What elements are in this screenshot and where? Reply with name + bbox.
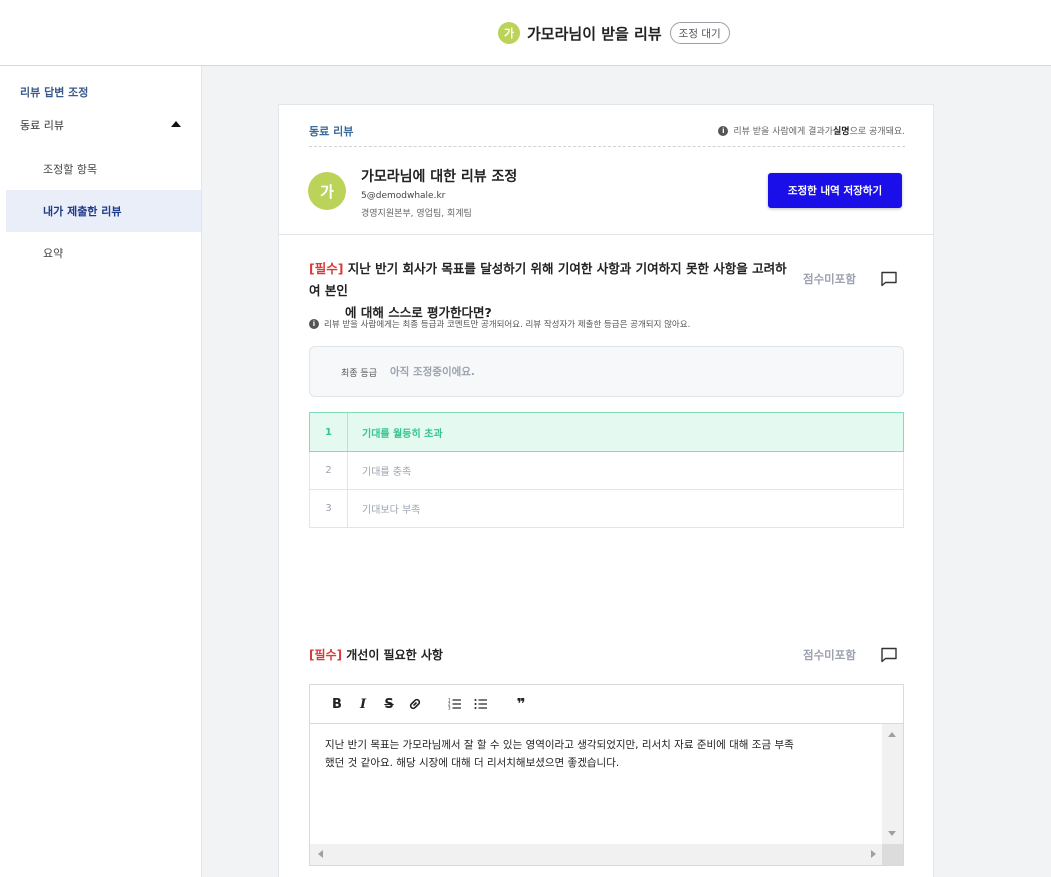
comment-icon[interactable] (880, 646, 898, 664)
link-button[interactable] (402, 691, 428, 717)
reviewee-email: 5@demodwhale.kr (361, 191, 446, 201)
grade-options: 1 기대를 월등히 초과 2 기대를 충족 3 기대보다 부족 (309, 412, 904, 528)
ordered-list-button[interactable]: 1 2 3 (442, 691, 468, 717)
required-tag: [필수] (309, 261, 344, 276)
save-adjustments-button[interactable]: 조정한 내역 저장하기 (768, 173, 902, 208)
grade-label: 기대를 월등히 초과 (362, 428, 443, 440)
question-2-text: 개선이 필요한 사항 (342, 648, 443, 662)
question-1-title: [필수] 지난 반기 회사가 목표를 달성하기 위해 기여한 사항과 기여하지 … (309, 258, 789, 324)
reviewee-department: 경영지원본부, 영업팀, 회계팀 (361, 209, 472, 219)
sidebar-heading[interactable]: 리뷰 답변 조정 (20, 84, 88, 100)
sidebar-item-adjust[interactable]: 조정할 항목 (6, 148, 201, 190)
scroll-right-icon[interactable] (871, 850, 876, 858)
final-grade-label: 최종 등급 (341, 369, 377, 379)
grade-label: 기대보다 부족 (362, 505, 421, 516)
status-badge: 조정 대기 (669, 22, 730, 44)
final-grade-box: 최종 등급 아직 조정중이에요. (309, 346, 904, 397)
grade-option-1[interactable]: 1 기대를 월등히 초과 (309, 412, 904, 452)
bullet-list-button[interactable] (468, 691, 494, 717)
comment-icon[interactable] (880, 270, 898, 288)
notice-prefix: 리뷰 받을 사람에게 결과가 (733, 127, 834, 137)
bold-button[interactable]: B (324, 691, 350, 717)
collapse-caret-icon[interactable] (171, 121, 181, 127)
sidebar: 리뷰 답변 조정 동료 리뷰 조정할 항목 내가 제출한 리뷰 요약 (0, 66, 202, 877)
scrollbar-corner (882, 844, 903, 865)
grade-note-text: 리뷰 받을 사람에게는 최종 등급과 코멘트만 공개되어요. 리뷰 작성자가 제… (324, 320, 691, 330)
grade-visibility-note: i 리뷰 받을 사람에게는 최종 등급과 코멘트만 공개되어요. 리뷰 작성자가… (309, 318, 690, 330)
dashed-divider (309, 146, 905, 147)
rich-text-editor: B I S 1 2 3 ❞ 지난 반기 목표는 가모라님께서 잘 할 수 있는 … (309, 684, 904, 866)
page-title: 가모라님이 받을 리뷰 (527, 24, 662, 43)
reviewee-avatar: 가 (308, 172, 346, 210)
strikethrough-button[interactable]: S (376, 691, 402, 717)
question-2-title: [필수] 개선이 필요한 사항 (309, 646, 443, 663)
avatar: 가 (498, 22, 520, 44)
grade-number: 2 (310, 452, 348, 489)
score-excluded-label: 점수미포함 (803, 272, 856, 286)
sidebar-group-peer-review[interactable]: 동료 리뷰 (20, 117, 64, 133)
main-content: 동료 리뷰 i 리뷰 받을 사람에게 결과가 실명 으로 공개돼요. 가 가모라님… (202, 66, 1051, 877)
header-divider (279, 234, 933, 235)
score-excluded-label: 점수미포함 (803, 648, 856, 662)
ordered-list-icon: 1 2 3 (448, 698, 461, 711)
link-icon (409, 698, 421, 710)
scroll-up-icon[interactable] (888, 732, 896, 737)
grade-number: 1 (310, 413, 348, 451)
quote-button[interactable]: ❞ (508, 691, 534, 717)
header-title-group: 가 가모라님이 받을 리뷰 조정 대기 (498, 20, 730, 46)
scroll-down-icon[interactable] (888, 831, 896, 836)
sidebar-item-summary[interactable]: 요약 (6, 232, 201, 274)
info-icon: i (309, 319, 319, 329)
section-label: 동료 리뷰 (309, 125, 354, 138)
notice-bold: 실명 (833, 127, 850, 137)
grade-label: 기대를 충족 (362, 467, 412, 478)
editor-body[interactable]: 지난 반기 목표는 가모라님께서 잘 할 수 있는 영역이라고 생각되었지만, … (310, 724, 903, 865)
visibility-notice: i 리뷰 받을 사람에게 결과가 실명 으로 공개돼요. (718, 124, 905, 137)
grade-option-2[interactable]: 2 기대를 충족 (310, 451, 903, 489)
grade-number: 3 (310, 490, 348, 527)
editor-toolbar: B I S 1 2 3 ❞ (310, 685, 903, 724)
italic-button[interactable]: I (350, 691, 376, 717)
grade-option-3[interactable]: 3 기대보다 부족 (310, 489, 903, 527)
review-card: 동료 리뷰 i 리뷰 받을 사람에게 결과가 실명 으로 공개돼요. 가 가모라님… (278, 104, 934, 877)
svg-text:3: 3 (448, 706, 451, 711)
horizontal-scrollbar[interactable] (310, 844, 884, 865)
scroll-left-icon[interactable] (318, 850, 323, 858)
answer-line-1: 지난 반기 목표는 가모라님께서 잘 할 수 있는 영역이라고 생각되었지만, … (325, 739, 794, 751)
vertical-scrollbar[interactable] (882, 724, 903, 844)
reviewee-title: 가모라님에 대한 리뷰 조정 (361, 169, 518, 185)
answer-line-2: 했던 것 같아요. 해당 시장에 대해 더 리서치해보셨으면 좋겠습니다. (325, 757, 620, 769)
notice-suffix: 으로 공개돼요. (849, 127, 905, 137)
top-header: 가 가모라님이 받을 리뷰 조정 대기 (0, 0, 1051, 66)
bullet-list-icon (474, 699, 487, 709)
question-1-line1: 지난 반기 회사가 목표를 달성하기 위해 기여한 사항과 기여하지 못한 사항… (309, 261, 787, 298)
answer-textarea[interactable]: 지난 반기 목표는 가모라님께서 잘 할 수 있는 영역이라고 생각되었지만, … (325, 736, 865, 772)
info-icon: i (718, 125, 729, 136)
required-tag: [필수] (309, 648, 343, 662)
final-grade-value: 아직 조정중이에요. (390, 366, 475, 378)
sidebar-item-my-submitted[interactable]: 내가 제출한 리뷰 (6, 190, 201, 232)
